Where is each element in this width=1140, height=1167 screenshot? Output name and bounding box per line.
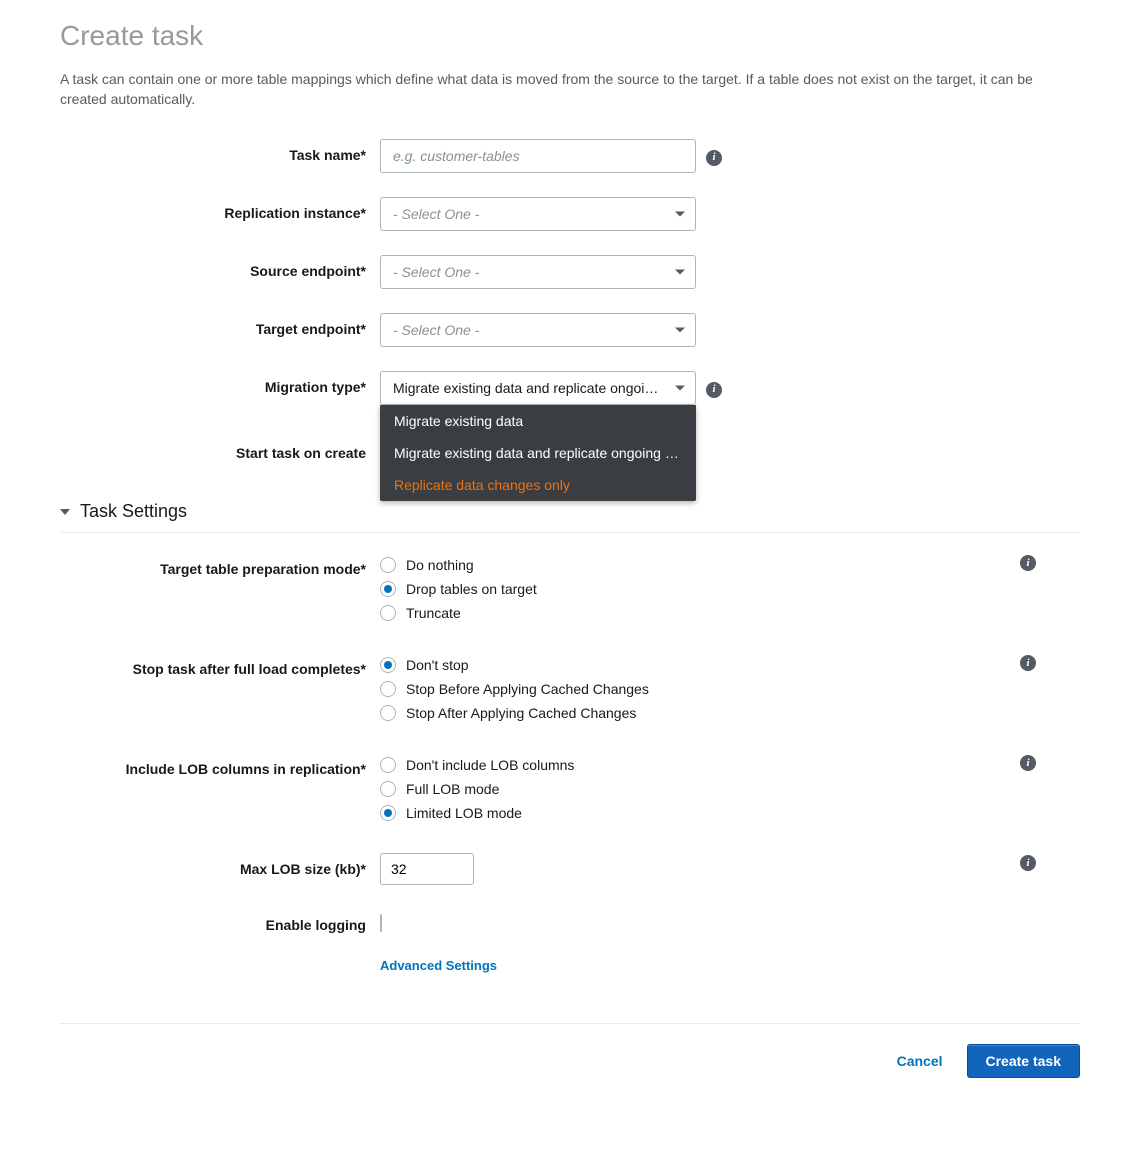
divider bbox=[60, 1023, 1080, 1024]
migration-type-option[interactable]: Migrate existing data and replicate ongo… bbox=[380, 437, 696, 469]
migration-type-option[interactable]: Migrate existing data bbox=[380, 405, 696, 437]
radio-truncate[interactable] bbox=[380, 605, 396, 621]
radio-stop-after-cached[interactable] bbox=[380, 705, 396, 721]
target-endpoint-label: Target endpoint* bbox=[60, 313, 380, 337]
replication-instance-select[interactable]: - Select One - bbox=[380, 197, 696, 231]
source-endpoint-label: Source endpoint* bbox=[60, 255, 380, 279]
replication-instance-label: Replication instance* bbox=[60, 197, 380, 221]
radio-label: Full LOB mode bbox=[406, 781, 499, 797]
select-placeholder: - Select One - bbox=[393, 206, 479, 222]
info-icon[interactable] bbox=[706, 150, 722, 166]
radio-no-lob[interactable] bbox=[380, 757, 396, 773]
max-lob-label: Max LOB size (kb)* bbox=[60, 853, 380, 877]
task-name-label: Task name* bbox=[60, 139, 380, 163]
radio-label: Do nothing bbox=[406, 557, 474, 573]
chevron-down-icon bbox=[675, 212, 685, 217]
radio-label: Don't include LOB columns bbox=[406, 757, 574, 773]
migration-type-option[interactable]: Replicate data changes only bbox=[380, 469, 696, 501]
radio-stop-before-cached[interactable] bbox=[380, 681, 396, 697]
migration-type-select[interactable]: Migrate existing data and replicate ongo… bbox=[380, 371, 696, 405]
stop-after-load-label: Stop task after full load completes* bbox=[60, 653, 380, 677]
source-endpoint-select[interactable]: - Select One - bbox=[380, 255, 696, 289]
select-value: Migrate existing data and replicate ongo… bbox=[393, 380, 665, 396]
info-icon[interactable] bbox=[706, 382, 722, 398]
chevron-down-icon bbox=[675, 270, 685, 275]
radio-label: Drop tables on target bbox=[406, 581, 537, 597]
target-prep-label: Target table preparation mode* bbox=[60, 553, 380, 577]
radio-drop-tables[interactable] bbox=[380, 581, 396, 597]
target-prep-group: Do nothing Drop tables on target Truncat… bbox=[380, 553, 696, 629]
radio-do-nothing[interactable] bbox=[380, 557, 396, 573]
enable-logging-checkbox[interactable] bbox=[380, 914, 382, 932]
select-placeholder: - Select One - bbox=[393, 264, 479, 280]
page-intro: A task can contain one or more table map… bbox=[60, 70, 1080, 109]
divider bbox=[60, 532, 1080, 533]
lob-columns-label: Include LOB columns in replication* bbox=[60, 753, 380, 777]
task-name-input[interactable] bbox=[380, 139, 696, 173]
radio-label: Stop After Applying Cached Changes bbox=[406, 705, 636, 721]
info-icon[interactable] bbox=[1020, 855, 1036, 871]
radio-label: Don't stop bbox=[406, 657, 469, 673]
info-icon[interactable] bbox=[1020, 655, 1036, 671]
radio-limited-lob[interactable] bbox=[380, 805, 396, 821]
info-icon[interactable] bbox=[1020, 755, 1036, 771]
collapse-toggle-icon[interactable] bbox=[60, 509, 70, 515]
cancel-button[interactable]: Cancel bbox=[897, 1053, 943, 1069]
radio-label: Stop Before Applying Cached Changes bbox=[406, 681, 649, 697]
radio-label: Limited LOB mode bbox=[406, 805, 522, 821]
select-placeholder: - Select One - bbox=[393, 322, 479, 338]
migration-type-dropdown: Migrate existing data Migrate existing d… bbox=[380, 405, 696, 501]
enable-logging-label: Enable logging bbox=[60, 909, 380, 933]
max-lob-input[interactable] bbox=[380, 853, 474, 885]
task-settings-header: Task Settings bbox=[80, 501, 187, 522]
radio-label: Truncate bbox=[406, 605, 461, 621]
create-task-button[interactable]: Create task bbox=[967, 1044, 1081, 1078]
lob-columns-group: Don't include LOB columns Full LOB mode … bbox=[380, 753, 696, 829]
chevron-down-icon bbox=[675, 328, 685, 333]
radio-full-lob[interactable] bbox=[380, 781, 396, 797]
info-icon[interactable] bbox=[1020, 555, 1036, 571]
migration-type-label: Migration type* bbox=[60, 371, 380, 395]
radio-dont-stop[interactable] bbox=[380, 657, 396, 673]
target-endpoint-select[interactable]: - Select One - bbox=[380, 313, 696, 347]
chevron-down-icon bbox=[675, 386, 685, 391]
page-title: Create task bbox=[60, 20, 1080, 52]
stop-after-load-group: Don't stop Stop Before Applying Cached C… bbox=[380, 653, 696, 729]
advanced-settings-link[interactable]: Advanced Settings bbox=[380, 958, 497, 973]
